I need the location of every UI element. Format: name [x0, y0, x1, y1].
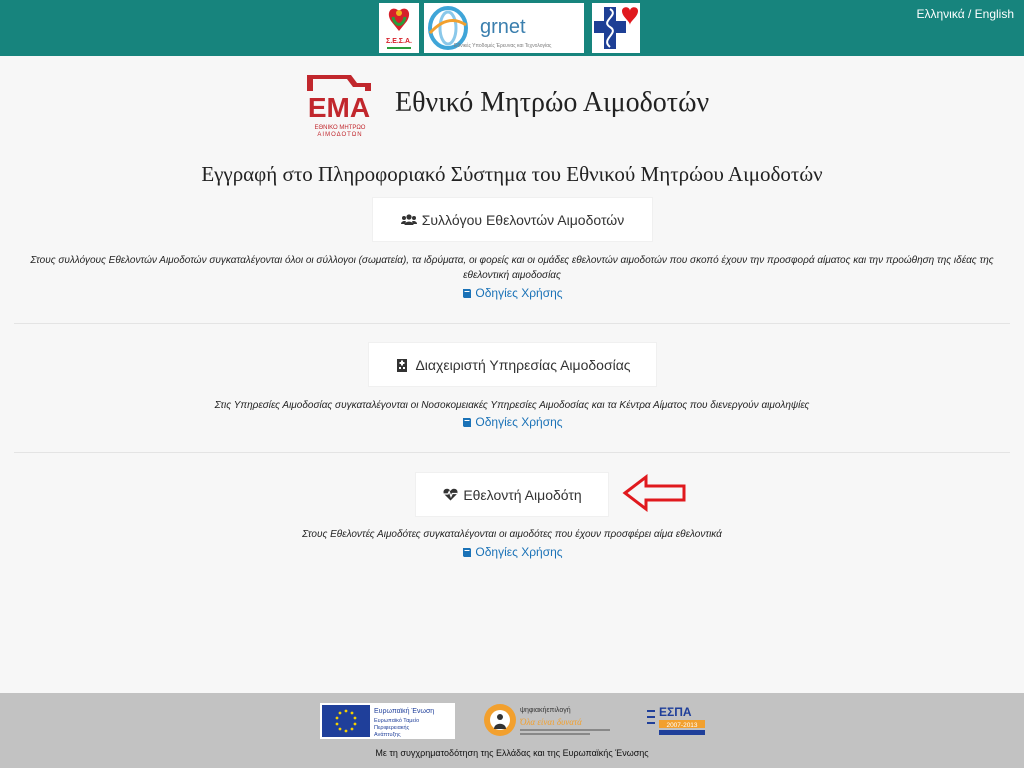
- svg-text:Εθνικές Υποδομές Έρευνας και Τ: Εθνικές Υποδομές Έρευνας και Τεχνολογίας: [454, 42, 552, 49]
- eu-erdf-logo: Ευρωπαϊκή Ένωση Ευρωπαϊκό Ταμείο Περιφερ…: [320, 703, 455, 739]
- register-association-label: Συλλόγου Εθελοντών Αιμοδοτών: [421, 211, 625, 228]
- heartbeat-icon: [442, 488, 458, 502]
- ministry-health-logo: [592, 3, 640, 53]
- book-icon: [461, 416, 472, 428]
- register-blood-service-button[interactable]: Διαχειριστή Υπηρεσίας Αιμοδοσίας: [368, 342, 657, 387]
- book-icon: [461, 287, 472, 299]
- page-subtitle: Εγγραφή στο Πληροφοριακό Σύστημα του Εθν…: [201, 162, 823, 186]
- espa-logo: ΕΣΠΑ 2007-2013: [645, 701, 707, 739]
- register-blood-service-label: Διαχειριστή Υπηρεσίας Αιμοδοσίας: [415, 356, 631, 373]
- blood-service-guide-label: Οδηγίες Χρήσης: [475, 415, 563, 429]
- svg-text:Ευρωπαϊκή Ένωση: Ευρωπαϊκή Ένωση: [374, 708, 434, 715]
- language-switch[interactable]: Ελληνικά / English: [917, 7, 1015, 21]
- section-divider: [14, 452, 1010, 453]
- volunteer-donor-description: Στους Εθελοντές Αιμοδότες συγκαταλέγοντα…: [302, 529, 722, 540]
- users-icon: [400, 213, 417, 227]
- red-arrow-annotation: [622, 473, 688, 513]
- svg-text:ΕΘΝΙΚΟ ΜΗΤΡΩΟ: ΕΘΝΙΚΟ ΜΗΤΡΩΟ: [315, 125, 366, 131]
- svg-text:Ανάπτυξης: Ανάπτυξης: [374, 731, 401, 738]
- association-guide-label: Οδηγίες Χρήσης: [475, 286, 563, 300]
- blood-service-guide-link[interactable]: Οδηγίες Χρήσης: [461, 415, 563, 429]
- register-volunteer-donor-button[interactable]: Εθελοντή Αιμοδότη: [415, 472, 609, 517]
- hospital-icon: [394, 358, 410, 372]
- grnet-logo: grnet Εθνικές Υποδομές Έρευνας και Τεχνο…: [424, 3, 584, 53]
- footer: Ευρωπαϊκή Ένωση Ευρωπαϊκό Ταμείο Περιφερ…: [0, 693, 1024, 768]
- ema-logo: ΕΜΑ ΕΘΝΙΚΟ ΜΗΤΡΩΟ ΑΙΜΟΔΟΤΩΝ: [305, 73, 375, 139]
- grnet-wordmark: grnet: [480, 16, 526, 38]
- book-icon: [461, 546, 472, 558]
- svg-text:ΕΜΑ: ΕΜΑ: [308, 92, 370, 123]
- svg-text:ψηφιακήεπιλογή: ψηφιακήεπιλογή: [520, 707, 571, 714]
- blood-service-guide: Οδηγίες Χρήσης: [0, 415, 1024, 431]
- svg-text:ΑΙΜΟΔΟΤΩΝ: ΑΙΜΟΔΟΤΩΝ: [317, 132, 362, 138]
- svg-text:Περιφερειακής: Περιφερειακής: [374, 724, 410, 731]
- association-description: Στους συλλόγους Εθελοντών Αιμοδοτών συγκ…: [30, 255, 994, 281]
- blood-service-description: Στις Υπηρεσίες Αιμοδοσίας συγκαταλέγοντα…: [214, 400, 810, 411]
- volunteer-donor-guide-link[interactable]: Οδηγίες Χρήσης: [461, 545, 563, 559]
- site-title: Εθνικό Μητρώο Αιμοδοτών: [395, 87, 710, 118]
- association-guide: Οδηγίες Χρήσης: [0, 286, 1024, 302]
- svg-text:Σ.Ε.Σ.Α.: Σ.Ε.Σ.Α.: [386, 38, 412, 45]
- svg-text:2007-2013: 2007-2013: [666, 722, 697, 729]
- association-guide-link[interactable]: Οδηγίες Χρήσης: [461, 286, 563, 300]
- register-association-button[interactable]: Συλλόγου Εθελοντών Αιμοδοτών: [372, 197, 653, 242]
- volunteer-donor-guide-label: Οδηγίες Χρήσης: [475, 545, 563, 559]
- footer-caption: Με τη συγχρηματοδότηση της Ελλάδας και τ…: [375, 748, 649, 758]
- top-bar: Σ.Ε.Σ.Α. grnet Εθνικές Υποδομές Έρευνας …: [0, 0, 1024, 56]
- volunteer-donor-guide: Οδηγίες Χρήσης: [0, 545, 1024, 561]
- svg-text:Όλα είναι δυνατά: Όλα είναι δυνατά: [520, 717, 582, 727]
- esea-logo: Σ.Ε.Σ.Α.: [379, 3, 419, 53]
- register-volunteer-donor-label: Εθελοντή Αιμοδότη: [463, 486, 582, 503]
- digital-choice-logo: ψηφιακήεπιλογή Όλα είναι δυνατά: [482, 701, 617, 739]
- svg-text:Ευρωπαϊκό Ταμείο: Ευρωπαϊκό Ταμείο: [374, 717, 419, 724]
- section-divider: [14, 323, 1010, 324]
- svg-text:ΕΣΠΑ: ΕΣΠΑ: [659, 705, 692, 719]
